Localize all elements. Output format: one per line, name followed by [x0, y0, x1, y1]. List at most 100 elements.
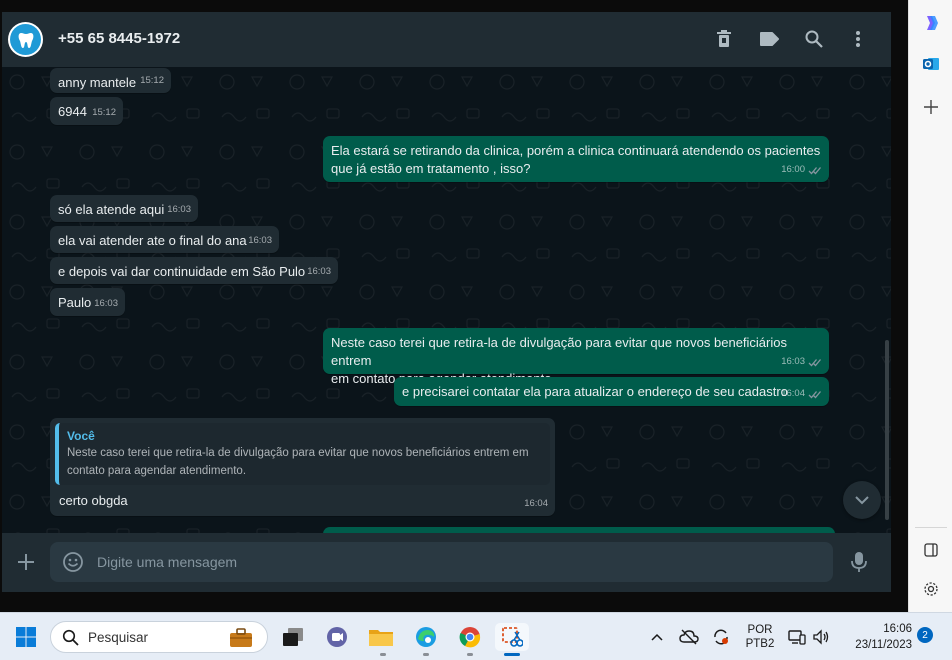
- message-meta: 16:04: [781, 385, 822, 403]
- clock[interactable]: 16:06 23/11/2023: [842, 622, 912, 652]
- chat-header: +55 65 8445-1972: [2, 12, 891, 67]
- avatar[interactable]: [8, 22, 43, 57]
- scrollbar[interactable]: [885, 340, 889, 520]
- message-text: só ela atende aqui: [58, 202, 165, 217]
- contact-name[interactable]: +55 65 8445-1972: [58, 30, 180, 47]
- message-composer: Digite uma mensagem: [2, 533, 891, 592]
- volume-icon[interactable]: [810, 623, 832, 651]
- message-list[interactable]: anny mantele 15:12 6944 15:12 Ela estará…: [2, 67, 891, 533]
- label-icon[interactable]: [757, 27, 781, 51]
- quote-text-line: Neste caso terei que retira-la de divulg…: [67, 447, 529, 459]
- message-incoming[interactable]: Paulo 16:03: [50, 288, 125, 316]
- keyboard-layout: PTB2: [745, 638, 775, 650]
- notification-badge[interactable]: 2: [917, 627, 933, 643]
- network-icon[interactable]: [786, 623, 808, 651]
- chevron-up-icon[interactable]: [646, 623, 668, 651]
- message-placeholder: Digite uma mensagem: [97, 554, 238, 570]
- microphone-icon: [851, 552, 867, 572]
- message-time: 16:04: [781, 388, 805, 399]
- message-time: 16:03: [307, 266, 331, 277]
- quote-author: Você: [67, 429, 95, 443]
- window-frame: [0, 592, 908, 612]
- chrome-icon[interactable]: [456, 623, 484, 651]
- onedrive-offline-icon[interactable]: [677, 623, 701, 651]
- scroll-to-bottom-button[interactable]: [843, 481, 881, 519]
- snipping-tool-icon[interactable]: [495, 623, 529, 651]
- message-text: e precisarei contatar ela para atualizar…: [402, 384, 788, 399]
- briefcase-icon: [230, 628, 252, 647]
- plus-icon: [18, 554, 34, 570]
- running-indicator: [423, 653, 429, 656]
- quoted-message[interactable]: Você Neste caso terei que retira-la de d…: [55, 423, 550, 485]
- message-incoming[interactable]: ela vai atender ate o final do ana 16:03: [50, 226, 279, 253]
- message-meta: 16:00: [781, 161, 822, 179]
- window-frame: [0, 0, 908, 12]
- emoji-button[interactable]: [62, 551, 84, 573]
- double-check-icon: [808, 166, 821, 174]
- message-time: 16:03: [94, 298, 118, 309]
- message-time: 15:12: [140, 75, 164, 86]
- double-check-icon: [808, 358, 821, 366]
- window-frame: [0, 0, 2, 612]
- chevron-down-icon: [855, 495, 869, 504]
- delete-icon[interactable]: [712, 27, 736, 51]
- outlook-icon[interactable]: [920, 53, 942, 75]
- divider: [915, 527, 947, 528]
- browser-sidebar: [908, 0, 952, 612]
- sync-icon[interactable]: [709, 623, 733, 651]
- message-time: 16:03: [167, 204, 191, 215]
- attach-button[interactable]: [14, 550, 38, 574]
- sidebar-toggle-icon[interactable]: [920, 539, 942, 561]
- message-time: 16:03: [781, 356, 805, 367]
- search-placeholder: Pesquisar: [88, 630, 149, 645]
- message-text: 6944: [58, 104, 87, 119]
- message-outgoing[interactable]: Neste caso terei que retira-la de divulg…: [323, 328, 829, 386]
- message-input[interactable]: Digite uma mensagem: [50, 542, 833, 582]
- message-text: certo obgda: [59, 493, 128, 508]
- double-check-icon: [808, 390, 821, 398]
- input-language[interactable]: POR PTB2: [745, 623, 775, 651]
- edge-browser-icon[interactable]: [412, 623, 440, 651]
- search-icon: [62, 629, 79, 646]
- taskbar: Pesquisar POR PTB2 16:06 23/11/2023 2: [0, 612, 952, 660]
- message-meta: 16:03: [781, 353, 822, 371]
- task-view-icon[interactable]: [279, 623, 307, 651]
- screen: +55 65 8445-1972 anny mantele 15:12 6944…: [0, 0, 952, 660]
- message-text-line: que já estão em tratamento , isso?: [331, 161, 531, 176]
- message-outgoing[interactable]: Ela estará se retirando da clinica, poré…: [323, 136, 829, 182]
- message-text-line: Ela estará se retirando da clinica, poré…: [331, 143, 821, 158]
- message-outgoing[interactable]: e precisarei contatar ela para atualizar…: [394, 377, 829, 406]
- running-indicator: [467, 653, 473, 656]
- clock-date: 23/11/2023: [855, 639, 912, 651]
- windows-start-icon[interactable]: [12, 623, 40, 651]
- teams-icon[interactable]: [323, 623, 351, 651]
- tooth-icon: [10, 24, 41, 55]
- window-frame: [891, 0, 908, 612]
- active-indicator: [504, 653, 520, 656]
- message-incoming[interactable]: e depois vai dar continuidade em São Pul…: [50, 257, 338, 284]
- message-text: e depois vai dar continuidade em São Pul…: [58, 264, 306, 279]
- settings-gear-icon[interactable]: [920, 578, 942, 600]
- message-incoming-reply[interactable]: Você Neste caso terei que retira-la de d…: [50, 418, 555, 516]
- message-text: anny mantele: [58, 75, 137, 90]
- message-text: ela vai atender ate o final do ana: [58, 233, 247, 248]
- copilot-icon[interactable]: [920, 12, 942, 34]
- message-incoming[interactable]: 6944 15:12: [50, 97, 123, 125]
- search-icon[interactable]: [802, 27, 826, 51]
- message-time: 16:04: [524, 498, 548, 509]
- message-incoming[interactable]: anny mantele 15:12: [50, 68, 171, 93]
- message-text-line: Neste caso terei que retira-la de divulg…: [331, 335, 787, 368]
- message-time: 16:03: [248, 235, 272, 246]
- message-time: 16:00: [781, 164, 805, 175]
- message-incoming[interactable]: só ela atende aqui 16:03: [50, 195, 198, 222]
- menu-icon[interactable]: [846, 27, 870, 51]
- quote-text-line: contato para agendar atendimento.: [67, 465, 247, 477]
- add-icon[interactable]: [920, 96, 942, 118]
- emoji-icon: [63, 552, 83, 572]
- taskbar-search[interactable]: Pesquisar: [50, 621, 268, 653]
- language-code: POR: [747, 624, 773, 636]
- file-explorer-icon[interactable]: [367, 623, 395, 651]
- mic-button[interactable]: [847, 550, 871, 574]
- message-text: Paulo: [58, 295, 92, 310]
- message-time: 15:12: [92, 107, 116, 118]
